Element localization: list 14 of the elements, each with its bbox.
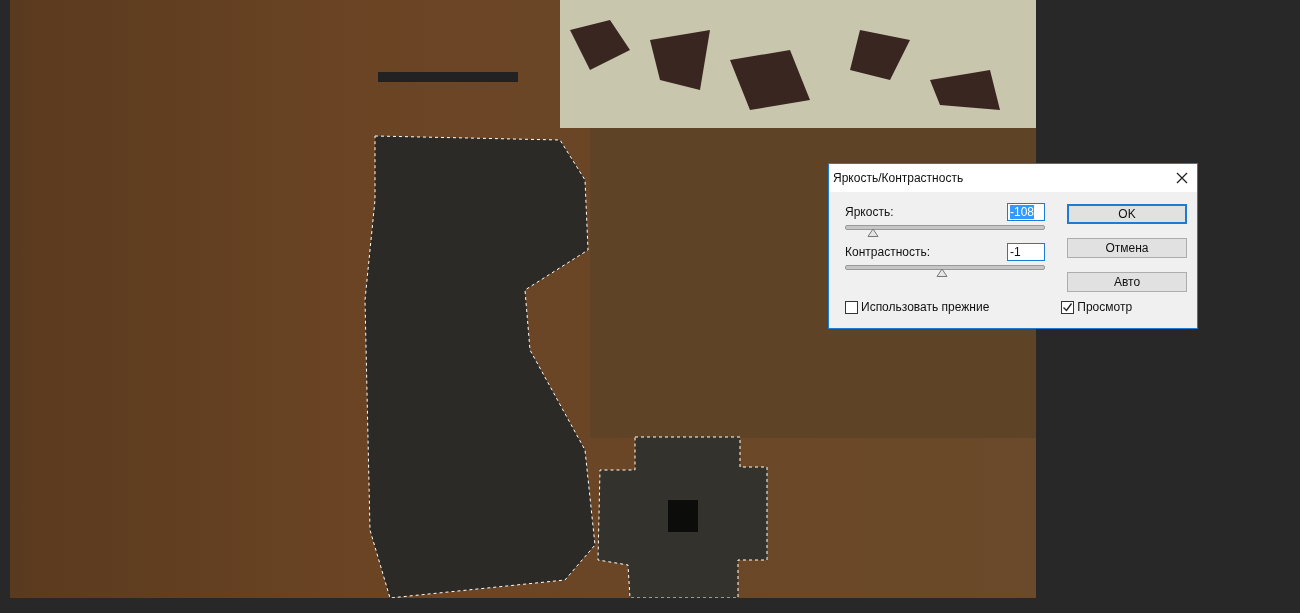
slider-thumb[interactable] [866,228,879,237]
checkbox[interactable] [845,300,858,314]
value-field[interactable]: -1 [1007,243,1045,261]
dialog-button[interactable]: OK [1067,204,1187,224]
slider-thumb[interactable] [936,268,948,277]
slider-label: Контрастность: [845,245,930,259]
dialog-title: Яркость/Контрастность [833,171,964,185]
checkbox-label: Просмотр [1077,300,1133,314]
slider-label: Яркость: [845,205,894,219]
checkbox-label: Использовать прежние [861,300,990,314]
checkbox[interactable] [1061,300,1075,314]
dialog-button[interactable]: Авто [1067,272,1187,292]
close-icon [1176,172,1188,184]
dialog-button[interactable]: Отмена [1067,238,1187,258]
